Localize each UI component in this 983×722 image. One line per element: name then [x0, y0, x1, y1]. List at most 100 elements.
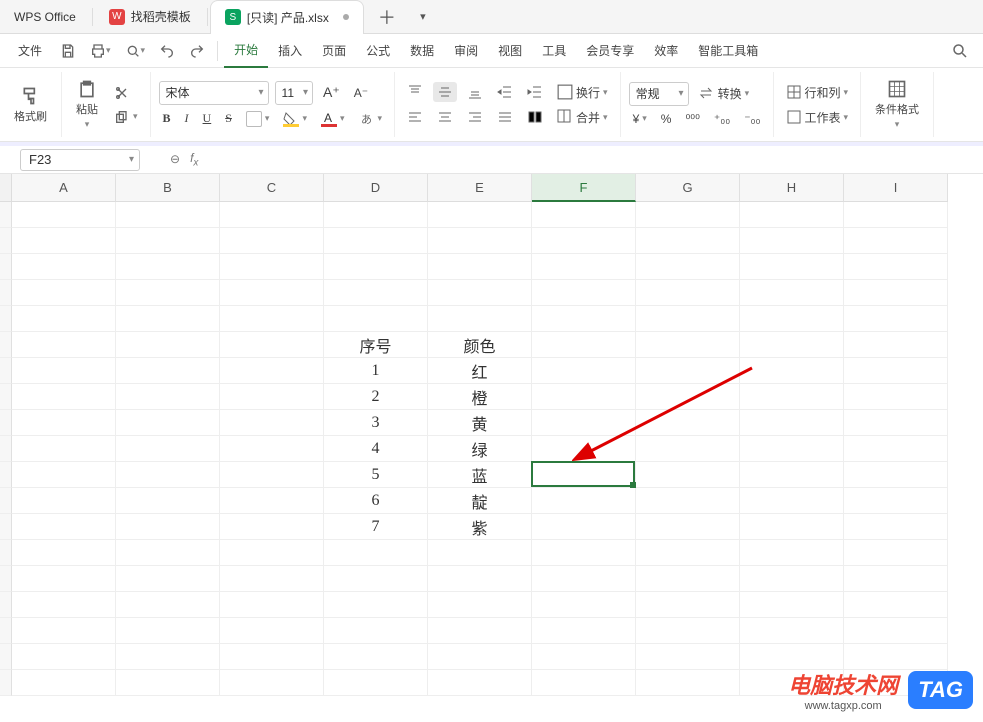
cell[interactable]	[12, 644, 116, 670]
number-format-select[interactable]: 常规	[629, 82, 689, 106]
cell[interactable]	[428, 228, 532, 254]
cell[interactable]	[844, 488, 948, 514]
bold-button[interactable]: B	[159, 109, 175, 128]
cell[interactable]: 橙	[428, 384, 532, 410]
cell[interactable]	[740, 202, 844, 228]
cell[interactable]	[532, 670, 636, 696]
cell[interactable]	[532, 228, 636, 254]
cell[interactable]	[740, 618, 844, 644]
cell[interactable]	[844, 592, 948, 618]
cell[interactable]	[532, 410, 636, 436]
row-header[interactable]	[0, 488, 12, 514]
undo-button[interactable]	[153, 43, 181, 59]
menu-审阅[interactable]: 审阅	[444, 34, 488, 68]
cell[interactable]	[324, 280, 428, 306]
name-box[interactable]: F23	[20, 149, 140, 171]
cell[interactable]: 4	[324, 436, 428, 462]
cell[interactable]	[220, 462, 324, 488]
cell[interactable]	[12, 488, 116, 514]
select-all-corner[interactable]	[0, 174, 12, 202]
fill-color-button[interactable]	[279, 109, 311, 129]
format-painter-button[interactable]: 格式刷	[8, 82, 53, 128]
cell[interactable]	[636, 280, 740, 306]
cell[interactable]	[324, 566, 428, 592]
italic-button[interactable]: I	[181, 109, 193, 128]
font-size-select[interactable]: 11	[275, 81, 313, 105]
cell[interactable]	[844, 254, 948, 280]
column-header[interactable]: C	[220, 174, 324, 202]
column-header[interactable]: A	[12, 174, 116, 202]
cell[interactable]	[636, 462, 740, 488]
cell[interactable]	[532, 332, 636, 358]
row-header[interactable]	[0, 254, 12, 280]
cell[interactable]	[12, 332, 116, 358]
phonetic-button[interactable]: あ	[355, 109, 387, 129]
align-right-button[interactable]	[463, 107, 487, 127]
cell[interactable]	[636, 228, 740, 254]
cell[interactable]	[12, 618, 116, 644]
cell[interactable]	[532, 644, 636, 670]
cell[interactable]: 靛	[428, 488, 532, 514]
merge-button[interactable]: 合并	[553, 107, 612, 128]
cell[interactable]	[844, 202, 948, 228]
cell[interactable]	[324, 592, 428, 618]
cell[interactable]	[636, 566, 740, 592]
cell[interactable]	[740, 514, 844, 540]
row-header[interactable]	[0, 670, 12, 696]
cell[interactable]	[636, 514, 740, 540]
print-button[interactable]	[84, 43, 117, 59]
cell[interactable]	[532, 488, 636, 514]
cell[interactable]	[532, 514, 636, 540]
cell[interactable]	[428, 618, 532, 644]
increase-font-button[interactable]: A⁺	[319, 82, 344, 103]
grid-body[interactable]: 序号颜色1红2橙3黄4绿5蓝6靛7紫	[0, 202, 983, 696]
cell[interactable]: 蓝	[428, 462, 532, 488]
paste-button[interactable]: 粘贴	[70, 75, 104, 134]
cell[interactable]: 序号	[324, 332, 428, 358]
cell[interactable]	[220, 332, 324, 358]
menu-公式[interactable]: 公式	[356, 34, 400, 68]
cell[interactable]	[220, 618, 324, 644]
cell[interactable]	[12, 436, 116, 462]
cell[interactable]	[220, 592, 324, 618]
cell[interactable]	[12, 566, 116, 592]
cell[interactable]	[12, 306, 116, 332]
cell[interactable]	[636, 332, 740, 358]
cell[interactable]	[220, 228, 324, 254]
cell[interactable]	[116, 410, 220, 436]
cell[interactable]	[844, 228, 948, 254]
cut-button[interactable]	[110, 83, 142, 103]
percent-button[interactable]: %	[657, 110, 676, 128]
conditional-format-button[interactable]: 条件格式	[869, 75, 925, 134]
cell[interactable]	[636, 670, 740, 696]
cell[interactable]	[740, 280, 844, 306]
cell[interactable]	[324, 254, 428, 280]
row-header[interactable]	[0, 644, 12, 670]
cell[interactable]: 6	[324, 488, 428, 514]
cell[interactable]	[116, 462, 220, 488]
cell[interactable]	[12, 462, 116, 488]
cell[interactable]	[220, 488, 324, 514]
cell[interactable]	[324, 306, 428, 332]
cell[interactable]	[740, 488, 844, 514]
row-header[interactable]	[0, 306, 12, 332]
menu-智能工具箱[interactable]: 智能工具箱	[688, 34, 768, 68]
row-header[interactable]	[0, 540, 12, 566]
menu-开始[interactable]: 开始	[224, 34, 268, 68]
cell[interactable]	[844, 644, 948, 670]
cell[interactable]	[116, 488, 220, 514]
cell[interactable]	[636, 384, 740, 410]
cell[interactable]	[740, 566, 844, 592]
cell[interactable]	[844, 514, 948, 540]
cell[interactable]	[532, 566, 636, 592]
cell[interactable]	[740, 332, 844, 358]
cell[interactable]	[532, 202, 636, 228]
cell[interactable]	[740, 436, 844, 462]
copy-button[interactable]	[110, 107, 142, 127]
row-header[interactable]	[0, 410, 12, 436]
cell[interactable]	[116, 306, 220, 332]
tab-active-document[interactable]: S [只读] 产品.xlsx	[210, 0, 364, 34]
cell[interactable]	[532, 384, 636, 410]
cell[interactable]	[532, 254, 636, 280]
row-header[interactable]	[0, 514, 12, 540]
